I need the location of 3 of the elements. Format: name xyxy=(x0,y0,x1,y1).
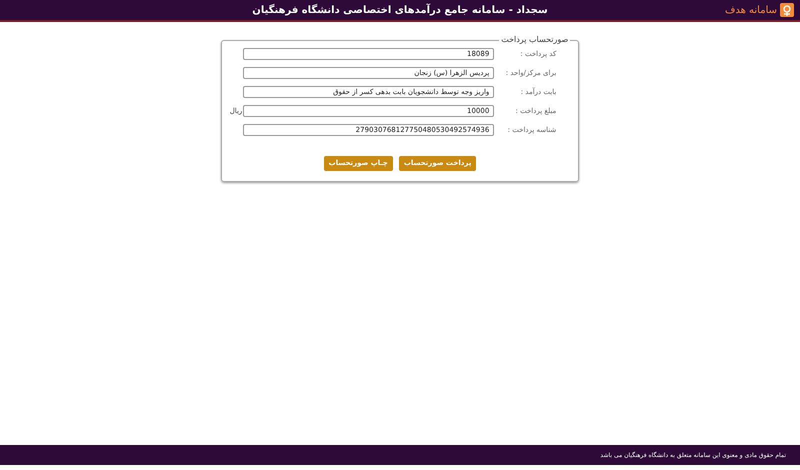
panel-legend: صورتحساب پرداخت xyxy=(499,34,570,46)
page-title: سجداد - سامانه جامع درآمدهای اختصاصی دانشگاه فرهنگیان xyxy=(251,2,549,18)
logo-text: سامانه هدف xyxy=(724,4,777,18)
